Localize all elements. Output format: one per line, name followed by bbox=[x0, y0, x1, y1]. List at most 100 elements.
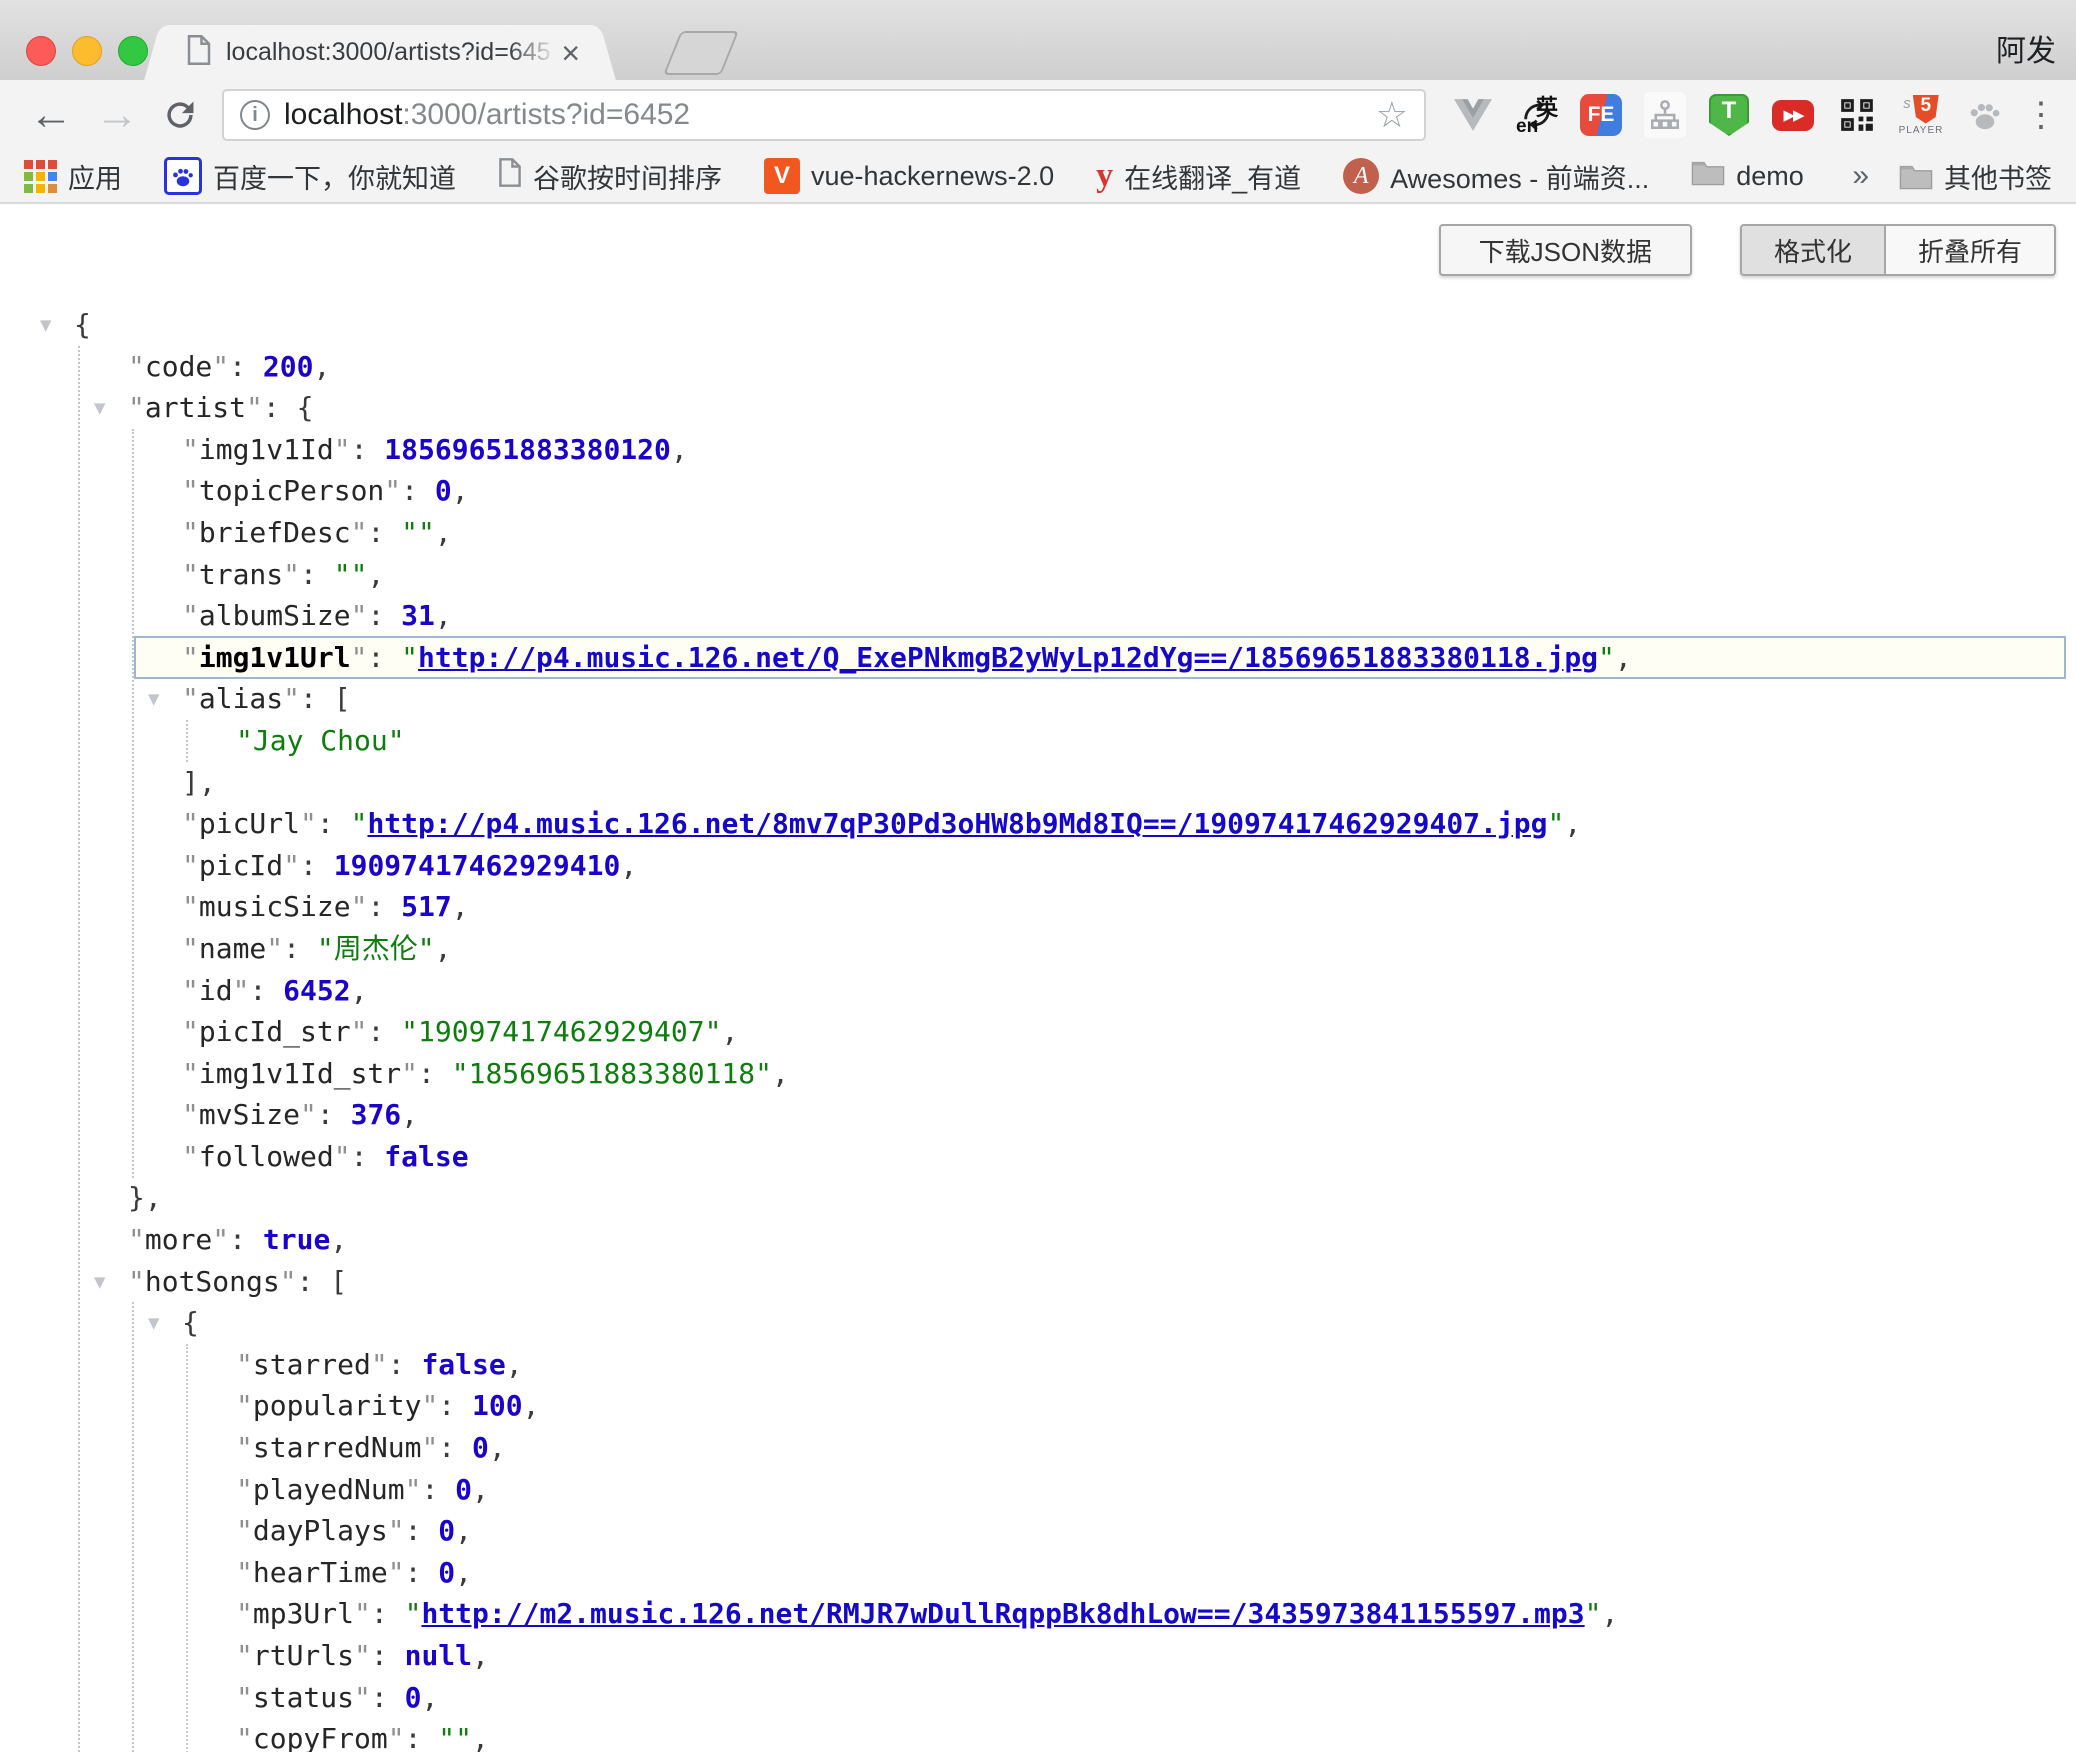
json-line: "picId": 19097417462929410, bbox=[0, 845, 2076, 887]
json-line: "img1v1Url": "http://p4.music.126.net/Q_… bbox=[0, 637, 2076, 679]
bookmark-item-baidu-paw[interactable]: 百度一下，你就知道 bbox=[164, 157, 456, 196]
bookmark-star-icon[interactable]: ☆ bbox=[1376, 94, 1408, 136]
json-line: ▼"alias": [ bbox=[0, 678, 2076, 720]
bookmark-label: demo bbox=[1736, 161, 1804, 192]
back-button[interactable]: ← bbox=[29, 93, 73, 137]
folder-icon bbox=[1691, 159, 1725, 193]
close-window-button[interactable] bbox=[26, 36, 56, 66]
json-line: "picId_str": "19097417462929407", bbox=[0, 1011, 2076, 1053]
bookmark-item-youdao[interactable]: y 在线翻译_有道 bbox=[1096, 157, 1301, 196]
bookmark-item-apps-grid[interactable]: 应用 bbox=[24, 157, 122, 196]
awesomes-icon: A bbox=[1343, 158, 1379, 194]
json-line: ], bbox=[0, 762, 2076, 804]
json-line: "mp3Url": "http://m2.music.126.net/RMJR7… bbox=[0, 1593, 2076, 1635]
json-line: ▼"hotSongs": [ bbox=[0, 1261, 2076, 1303]
fe-extension-icon[interactable]: FE bbox=[1580, 92, 1622, 138]
bookmark-label: 百度一下，你就知道 bbox=[213, 157, 456, 196]
browser-tab[interactable]: localhost:3000/artists?id=645 × bbox=[170, 25, 590, 80]
json-line: "trans": "", bbox=[0, 554, 2076, 596]
baidu-paw-icon bbox=[164, 157, 202, 195]
navigation-toolbar: ← → i localhost:3000/artists?id=6452 ☆ 英… bbox=[0, 80, 2076, 150]
collapse-toggle-icon[interactable]: ▼ bbox=[148, 679, 159, 721]
json-line: "playedNum": 0, bbox=[0, 1469, 2076, 1511]
tab-title: localhost:3000/artists?id=645 bbox=[226, 38, 557, 67]
title-bar: localhost:3000/artists?id=645 × 阿发 bbox=[0, 0, 2076, 80]
bookmark-item-vue[interactable]: Vvue-hackernews-2.0 bbox=[764, 158, 1054, 194]
url-bar[interactable]: i localhost:3000/artists?id=6452 ☆ bbox=[222, 89, 1426, 141]
json-url-link[interactable]: http://m2.music.126.net/RMJR7wDullRqppBk… bbox=[421, 1597, 1584, 1630]
bookmarks-list: 应用 百度一下，你就知道 谷歌按时间排序 Vvue-hackernews-2.0 y 在线… bbox=[24, 157, 1846, 196]
json-url-link[interactable]: http://p4.music.126.net/8mv7qP30Pd3oHW8b… bbox=[367, 807, 1547, 840]
page-info-icon[interactable]: i bbox=[240, 100, 270, 130]
minimize-window-button[interactable] bbox=[72, 36, 102, 66]
format-button[interactable]: 格式化 bbox=[1740, 224, 1885, 276]
window-controls bbox=[26, 36, 148, 66]
collapse-all-button[interactable]: 折叠所有 bbox=[1885, 224, 2056, 276]
paw-extension-icon[interactable] bbox=[1964, 92, 2006, 138]
extension-icons: 英 en FE T ▶▶ s5 PLAYER bbox=[1452, 92, 2006, 138]
profile-name[interactable]: 阿发 bbox=[1996, 26, 2056, 70]
json-line: ▼"artist": { bbox=[0, 387, 2076, 429]
json-line: "picUrl": "http://p4.music.126.net/8mv7q… bbox=[0, 803, 2076, 845]
json-line: "popularity": 100, bbox=[0, 1385, 2076, 1427]
browser-menu-icon[interactable]: ⋮ bbox=[2024, 98, 2058, 132]
url-text[interactable]: localhost:3000/artists?id=6452 bbox=[284, 98, 1366, 132]
bookmark-label: 在线翻译_有道 bbox=[1124, 157, 1301, 196]
sitemap-extension-icon[interactable] bbox=[1644, 92, 1686, 138]
json-line: "starredNum": 0, bbox=[0, 1427, 2076, 1469]
download-json-button[interactable]: 下载JSON数据 bbox=[1439, 224, 1692, 276]
json-line: "img1v1Id_str": "18569651883380118", bbox=[0, 1053, 2076, 1095]
json-line: "code": 200, bbox=[0, 346, 2076, 388]
collapse-toggle-icon[interactable]: ▼ bbox=[148, 1303, 159, 1345]
qr-code-extension-icon[interactable] bbox=[1836, 92, 1878, 138]
page-content: 下载JSON数据 格式化 折叠所有 ▼{"code": 200,▼"artist… bbox=[0, 204, 2076, 1752]
json-line: "status": 0, bbox=[0, 1677, 2076, 1719]
json-line: "copyFrom": "", bbox=[0, 1718, 2076, 1752]
json-line: "musicSize": 517, bbox=[0, 886, 2076, 928]
collapse-toggle-icon[interactable]: ▼ bbox=[94, 1262, 105, 1304]
youdao-icon: y bbox=[1096, 159, 1113, 193]
video-speed-extension-icon[interactable]: ▶▶ bbox=[1772, 92, 1814, 138]
zoom-window-button[interactable] bbox=[118, 36, 148, 66]
json-line: "hearTime": 0, bbox=[0, 1552, 2076, 1594]
new-tab-button[interactable] bbox=[663, 31, 739, 75]
translate-extension-icon[interactable]: 英 en bbox=[1516, 92, 1558, 138]
tab-close-icon[interactable]: × bbox=[561, 37, 580, 69]
vue-devtools-extension-icon[interactable] bbox=[1452, 92, 1494, 138]
page-favicon-icon bbox=[186, 35, 212, 70]
vue-icon: V bbox=[764, 158, 800, 194]
json-line: "Jay Chou" bbox=[0, 720, 2076, 762]
json-line: "albumSize": 31, bbox=[0, 595, 2076, 637]
other-bookmarks-folder[interactable]: 其他书签 bbox=[1899, 157, 2052, 196]
collapse-toggle-icon[interactable]: ▼ bbox=[94, 388, 105, 430]
json-line: ▼{ bbox=[0, 1302, 2076, 1344]
json-viewer-toolbar: 下载JSON数据 格式化 折叠所有 bbox=[1439, 224, 2056, 276]
json-line: "rtUrls": null, bbox=[0, 1635, 2076, 1677]
json-line: "starred": false, bbox=[0, 1344, 2076, 1386]
json-line: "name": "周杰伦", bbox=[0, 928, 2076, 970]
bookmark-item-awesomes[interactable]: A Awesomes - 前端资... bbox=[1343, 157, 1649, 196]
tampermonkey-extension-icon[interactable]: T bbox=[1708, 92, 1750, 138]
json-tree: ▼{"code": 200,▼"artist": {"img1v1Id": 18… bbox=[0, 204, 2076, 1752]
bookmark-item-page[interactable]: 谷歌按时间排序 bbox=[498, 157, 722, 196]
json-line: }, bbox=[0, 1177, 2076, 1219]
json-line: "img1v1Id": 18569651883380120, bbox=[0, 429, 2076, 471]
bookmark-label: vue-hackernews-2.0 bbox=[811, 161, 1054, 192]
page-icon bbox=[498, 158, 522, 194]
json-line: "followed": false bbox=[0, 1136, 2076, 1178]
forward-button: → bbox=[95, 93, 139, 137]
bookmarks-overflow-chevron-icon[interactable]: » bbox=[1852, 159, 1869, 193]
browser-window: { "window": { "profile_name": "阿发" }, "g… bbox=[0, 0, 2076, 1754]
bookmarks-bar: 应用 百度一下，你就知道 谷歌按时间排序 Vvue-hackernews-2.0 y 在线… bbox=[0, 150, 2076, 204]
collapse-toggle-icon[interactable]: ▼ bbox=[40, 305, 51, 347]
json-line: "id": 6452, bbox=[0, 970, 2076, 1012]
apps-grid-icon bbox=[24, 160, 57, 193]
bookmark-item-folder[interactable]: demo bbox=[1691, 159, 1804, 193]
json-url-link[interactable]: http://p4.music.126.net/Q_ExePNkmgB2yWyL… bbox=[418, 641, 1598, 674]
bookmark-label: Awesomes - 前端资... bbox=[1390, 157, 1649, 196]
json-line: "more": true, bbox=[0, 1219, 2076, 1261]
reload-button[interactable] bbox=[161, 96, 199, 134]
json-line: "topicPerson": 0, bbox=[0, 470, 2076, 512]
html5-player-extension-icon[interactable]: s5 PLAYER bbox=[1900, 92, 1942, 138]
json-line: ▼{ bbox=[0, 304, 2076, 346]
